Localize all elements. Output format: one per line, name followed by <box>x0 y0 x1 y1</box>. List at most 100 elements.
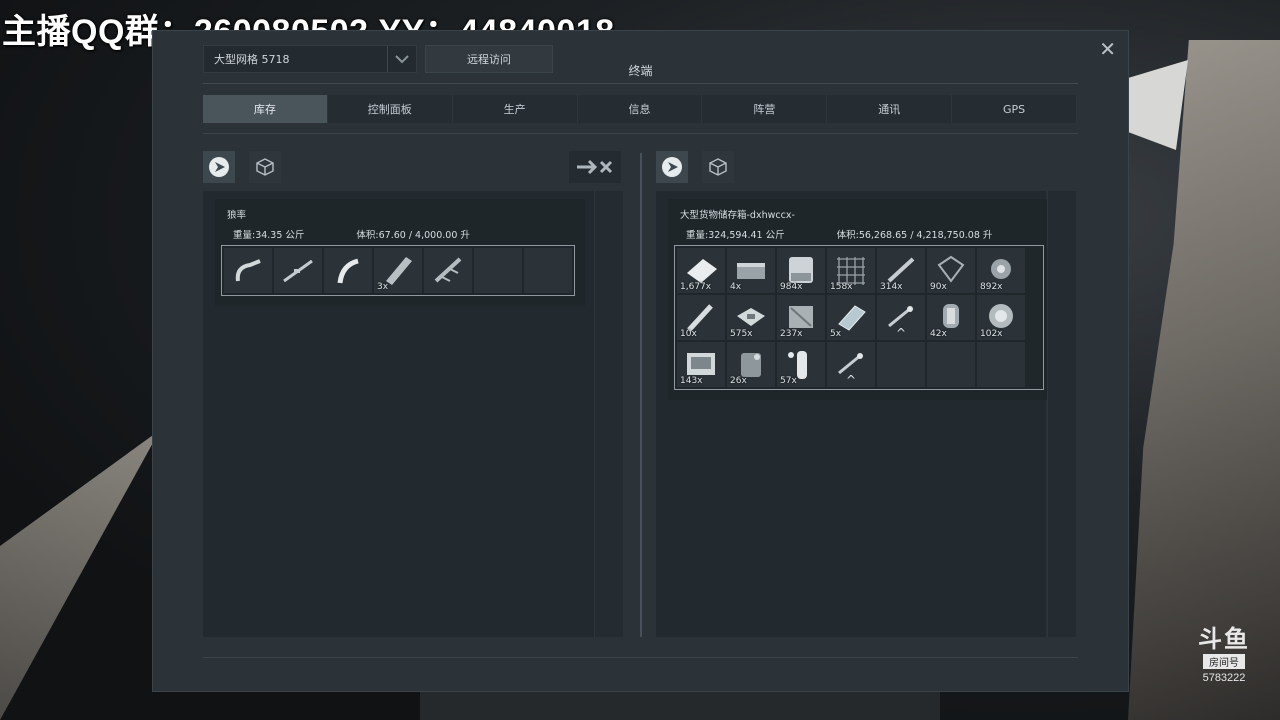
rifle-icon <box>283 259 313 283</box>
inventory-slot[interactable]: 314x <box>877 248 925 293</box>
inventory-slot[interactable]: 26x <box>727 342 775 387</box>
tab-inventory[interactable]: 库存 <box>203 95 328 123</box>
item-quantity: 42x <box>930 329 947 339</box>
left-pane-toolbar <box>203 151 623 185</box>
item-quantity: 892x <box>980 282 1003 292</box>
inventory-slot[interactable]: 237x <box>777 295 825 340</box>
inventory-slot[interactable] <box>274 248 322 293</box>
inventory-slot[interactable]: 57x <box>777 342 825 387</box>
empty-inventory-slot[interactable] <box>977 342 1025 387</box>
tab-comms[interactable]: 通讯 <box>827 95 953 123</box>
inventory-slot[interactable]: 90x <box>927 248 975 293</box>
terminal-window: 大型网格 5718 远程访问 终端 ✕ 库存 控制面板 生产 信息 阵营 通讯 … <box>152 30 1129 692</box>
inventory-container-name: 大型货物储存箱-dxhwccx- <box>680 210 795 221</box>
douyu-watermark: 斗鱼 房间号 5783222 <box>1188 626 1260 685</box>
inventory-slot[interactable] <box>324 248 372 293</box>
inventory-slot-grid: 1,677x 4x 984x 158x 314x 90x 892x 10x 575x 237x 5x… <box>674 245 1045 390</box>
item-quantity: 314x <box>880 282 903 292</box>
character-icon <box>662 157 682 177</box>
window-title: 终端 <box>628 64 653 78</box>
inventory-slot[interactable]: 3x <box>374 248 422 293</box>
inventory-slot[interactable]: 158x <box>827 248 875 293</box>
right-pane-toolbar <box>656 151 1076 185</box>
item-quantity: 90x <box>930 282 947 292</box>
inventory-slot[interactable] <box>224 248 272 293</box>
item-quantity: 143x <box>680 376 703 386</box>
grinder-icon <box>337 258 359 284</box>
tab-gps[interactable]: GPS <box>952 95 1078 123</box>
room-number: 5783222 <box>1202 672 1246 684</box>
item-quantity: 10x <box>680 329 697 339</box>
transfer-arrow-icon <box>577 159 613 175</box>
tab-faction[interactable]: 阵营 <box>702 95 828 123</box>
left-scrollbar[interactable] <box>594 191 623 637</box>
drill-icon <box>434 257 462 283</box>
inventory-slot-grid: 3x <box>221 245 575 296</box>
left-inventory-list: 狼率 重量:34.35 公斤 体积:67.60 / 4,000.00 升 3x <box>203 191 603 637</box>
inventory-weight: 重量:324,594.41 公斤 <box>686 230 785 241</box>
douyu-logo: 斗鱼 <box>1198 626 1250 653</box>
grid-filter-button[interactable] <box>249 151 281 183</box>
chevron-up-icon: ^ <box>895 326 907 340</box>
room-label: 房间号 <box>1203 654 1245 669</box>
inventory-slot[interactable]: 143x <box>677 342 725 387</box>
item-quantity: 575x <box>730 329 753 339</box>
tab-production[interactable]: 生产 <box>453 95 578 123</box>
inventory-volume: 体积:67.60 / 4,000.00 升 <box>356 230 470 241</box>
chevron-up-icon: ^ <box>845 373 857 387</box>
inventory-stats: 重量:34.35 公斤 体积:67.60 / 4,000.00 升 <box>233 227 575 241</box>
item-quantity: 57x <box>780 376 797 386</box>
inventory-card: 狼率 重量:34.35 公斤 体积:67.60 / 4,000.00 升 3x <box>215 199 585 306</box>
item-quantity: 26x <box>730 376 747 386</box>
inventory-volume: 体积:56,268.65 / 4,218,750.08 升 <box>836 230 993 241</box>
inventory-stats: 重量:324,594.41 公斤 体积:56,268.65 / 4,218,750… <box>686 227 1044 241</box>
right-scrollbar[interactable] <box>1047 191 1076 637</box>
cube-icon <box>256 158 274 176</box>
character-icon <box>209 157 229 177</box>
inventory-owner-name: 狼率 <box>227 210 247 221</box>
empty-inventory-slot[interactable] <box>524 248 572 293</box>
right-inventory-pane: 大型货物储存箱-dxhwccx- 重量:324,594.41 公斤 体积:56,2… <box>656 151 1076 637</box>
item-quantity: 102x <box>980 329 1003 339</box>
inventory-card: 大型货物储存箱-dxhwccx- 重量:324,594.41 公斤 体积:56,2… <box>668 199 1055 400</box>
inventory-slot[interactable]: 1,677x <box>677 248 725 293</box>
inventory-slot[interactable]: 42x <box>927 295 975 340</box>
character-filter-button[interactable] <box>656 151 688 183</box>
item-quantity: 1,677x <box>680 282 712 292</box>
empty-inventory-slot[interactable] <box>474 248 522 293</box>
background-structure-left <box>0 430 160 720</box>
item-quantity: 237x <box>780 329 803 339</box>
item-quantity: 3x <box>377 282 389 292</box>
item-quantity: 5x <box>830 329 842 339</box>
divider <box>203 133 1078 134</box>
item-quantity: 158x <box>830 282 853 292</box>
divider <box>203 657 1078 658</box>
divider <box>203 83 1078 84</box>
inventory-slot[interactable] <box>424 248 472 293</box>
right-inventory-list: 大型货物储存箱-dxhwccx- 重量:324,594.41 公斤 体积:56,2… <box>656 191 1055 637</box>
inventory-slot[interactable]: 575x <box>727 295 775 340</box>
empty-inventory-slot[interactable] <box>927 342 975 387</box>
background-structure-right <box>1128 40 1280 720</box>
inventory-slot[interactable]: 892x <box>977 248 1025 293</box>
grid-filter-button[interactable] <box>702 151 734 183</box>
inventory-slot[interactable]: 10x <box>677 295 725 340</box>
empty-inventory-slot[interactable] <box>877 342 925 387</box>
tab-info[interactable]: 信息 <box>578 95 703 123</box>
close-icon[interactable]: ✕ <box>1099 39 1116 59</box>
background-panel-right <box>1128 60 1188 150</box>
cube-icon <box>709 158 727 176</box>
item-quantity: 984x <box>780 282 803 292</box>
transfer-all-button[interactable] <box>569 151 621 183</box>
inventory-slot[interactable]: 4x <box>727 248 775 293</box>
inventory-slot[interactable]: ^ <box>827 342 875 387</box>
inventory-weight: 重量:34.35 公斤 <box>233 230 305 241</box>
pane-divider <box>640 153 642 637</box>
inventory-slot[interactable]: 5x <box>827 295 875 340</box>
character-filter-button[interactable] <box>203 151 235 183</box>
left-inventory-pane: 狼率 重量:34.35 公斤 体积:67.60 / 4,000.00 升 3x <box>203 151 623 637</box>
inventory-slot[interactable]: 984x <box>777 248 825 293</box>
inventory-slot[interactable]: ^ <box>877 295 925 340</box>
tab-control-panel[interactable]: 控制面板 <box>328 95 453 123</box>
inventory-slot[interactable]: 102x <box>977 295 1025 340</box>
